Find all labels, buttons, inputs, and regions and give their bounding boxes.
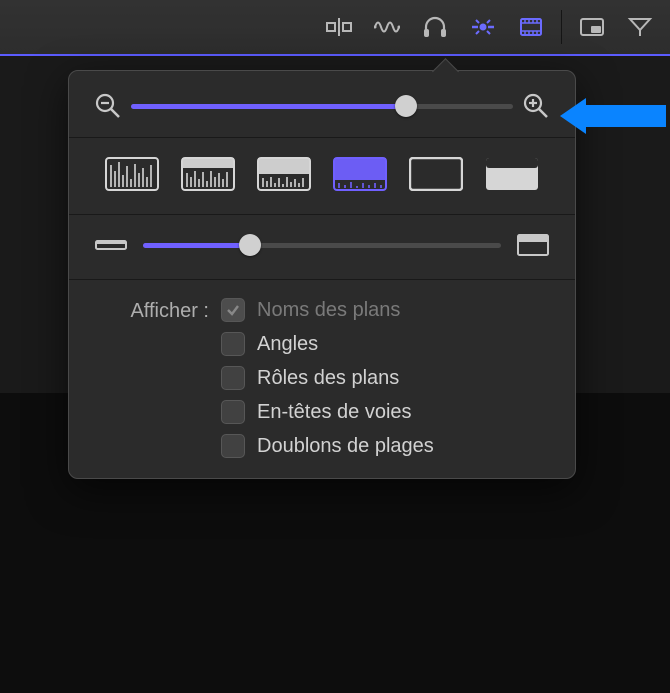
- clip-height-small-icon: [95, 234, 127, 256]
- clip-view-waveform-only[interactable]: [104, 156, 160, 192]
- clip-view-waveform-medium[interactable]: [256, 156, 312, 192]
- option-clip-names[interactable]: Noms des plans: [221, 298, 434, 322]
- zoom-slider[interactable]: [131, 94, 513, 118]
- app-window: Afficher : Noms des plans Angles Rôles d…: [0, 0, 670, 646]
- clip-height-slider[interactable]: [143, 233, 501, 257]
- pip-button[interactable]: [570, 8, 614, 46]
- clip-view-waveform-large[interactable]: [180, 156, 236, 192]
- label-lane-headers: En-têtes de voies: [257, 401, 412, 424]
- option-angles[interactable]: Angles: [221, 332, 434, 356]
- share-button[interactable]: [618, 8, 662, 46]
- option-lane-headers[interactable]: En-têtes de voies: [221, 400, 434, 424]
- clip-height-large-icon: [517, 234, 549, 256]
- label-clip-roles: Rôles des plans: [257, 367, 399, 390]
- checkbox-angles[interactable]: [221, 332, 245, 356]
- toolbar-divider: [561, 10, 562, 44]
- audio-waveform-button[interactable]: [365, 8, 409, 46]
- checkbox-clip-roles[interactable]: [221, 366, 245, 390]
- clip-height-row: [69, 215, 575, 279]
- snapping-button[interactable]: [461, 8, 505, 46]
- label-angles: Angles: [257, 333, 318, 356]
- show-options-section: Afficher : Noms des plans Angles Rôles d…: [69, 280, 575, 464]
- zoom-out-icon[interactable]: [95, 93, 121, 119]
- zoom-slider-row: [69, 71, 575, 137]
- zoom-in-icon[interactable]: [523, 93, 549, 119]
- label-dup-ranges: Doublons de plages: [257, 435, 434, 458]
- label-clip-names: Noms des plans: [257, 299, 400, 322]
- toolbar: [0, 0, 670, 56]
- trim-tool-button[interactable]: [317, 8, 361, 46]
- clip-view-solid[interactable]: [484, 156, 540, 192]
- clip-view-filmstrip-waveform[interactable]: [332, 156, 388, 192]
- clip-appearance-popover: Afficher : Noms des plans Angles Rôles d…: [68, 70, 576, 479]
- zoom-slider-fill: [131, 104, 406, 109]
- option-clip-roles[interactable]: Rôles des plans: [221, 366, 434, 390]
- clip-height-thumb: [239, 234, 261, 256]
- checkbox-lane-headers[interactable]: [221, 400, 245, 424]
- headphones-button[interactable]: [413, 8, 457, 46]
- clip-height-fill: [143, 243, 250, 248]
- checkbox-dup-ranges[interactable]: [221, 434, 245, 458]
- clip-view-mode-row: [69, 138, 575, 214]
- clip-appearance-button[interactable]: [509, 8, 553, 46]
- zoom-slider-thumb: [395, 95, 417, 117]
- clip-view-filmstrip-only[interactable]: [408, 156, 464, 192]
- checkbox-clip-names[interactable]: [221, 298, 245, 322]
- show-label: Afficher :: [97, 298, 209, 458]
- callout-arrow: [558, 96, 666, 136]
- show-options-list: Noms des plans Angles Rôles des plans En…: [221, 298, 434, 458]
- option-dup-ranges[interactable]: Doublons de plages: [221, 434, 434, 458]
